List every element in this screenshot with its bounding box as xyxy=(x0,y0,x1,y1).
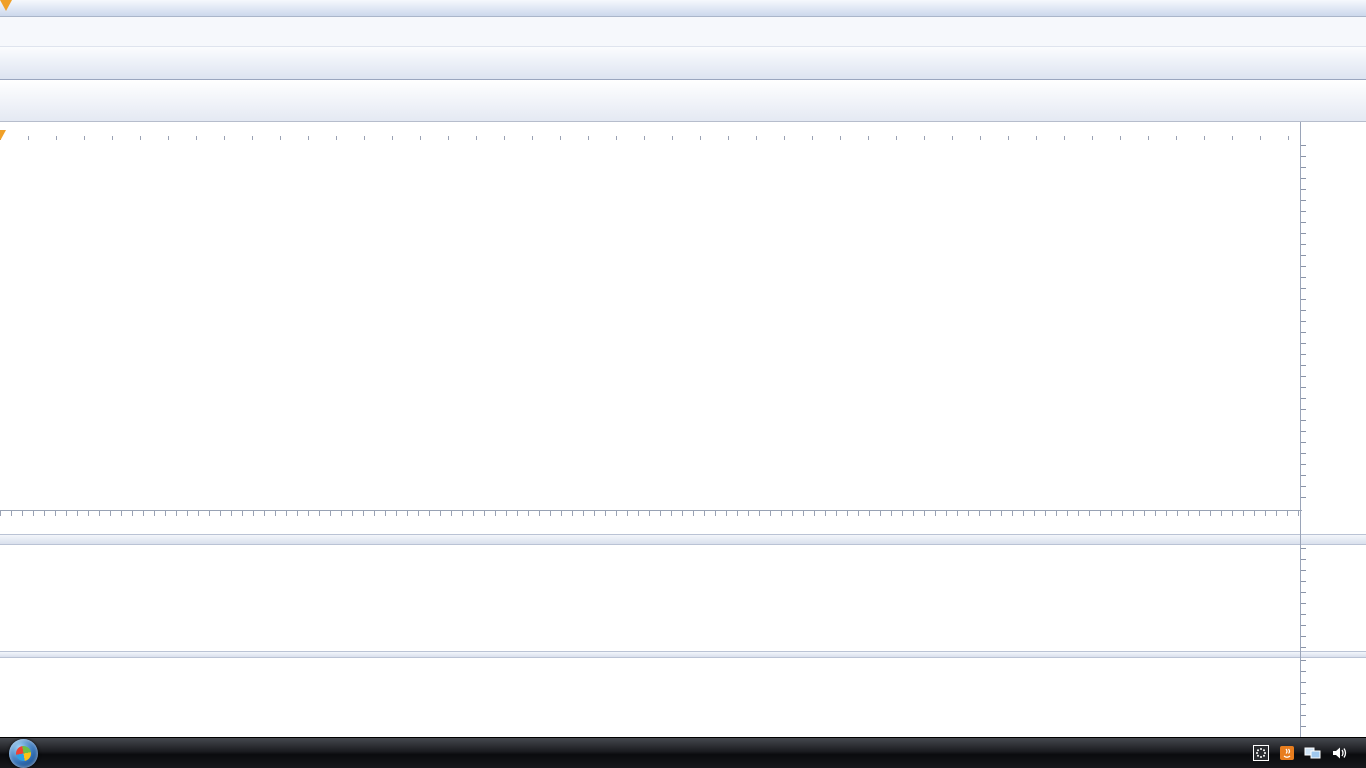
tray-app-icon[interactable] xyxy=(1252,744,1270,762)
date-marker-icon xyxy=(0,0,12,11)
panel-splitter[interactable] xyxy=(0,534,1366,545)
price-axis-ticks xyxy=(1301,145,1306,507)
rsi-axis-ticks xyxy=(1301,548,1306,648)
rsi-chart[interactable] xyxy=(0,545,1300,651)
system-tray xyxy=(1236,744,1366,762)
network-tray-icon[interactable] xyxy=(1304,744,1322,762)
volume-tray-icon[interactable] xyxy=(1330,744,1348,762)
taskbar xyxy=(0,737,1366,768)
time-axis-ticks xyxy=(0,511,1302,516)
tab-bar xyxy=(0,47,1366,80)
bollinger-indicator-label xyxy=(6,148,19,190)
toolbar xyxy=(0,80,1366,122)
start-button[interactable] xyxy=(9,739,38,768)
title-bar xyxy=(0,0,1366,17)
stochastic-chart[interactable] xyxy=(0,658,1300,737)
menu-bar xyxy=(0,17,1366,47)
windows-logo-icon xyxy=(15,744,32,761)
time-axis[interactable] xyxy=(0,510,1302,534)
panel-splitter-2[interactable] xyxy=(0,651,1366,658)
desktop xyxy=(0,0,1366,768)
date-strip xyxy=(0,122,1302,140)
price-chart[interactable] xyxy=(0,140,1300,510)
stoch-axis-ticks xyxy=(1301,660,1306,735)
java-tray-icon[interactable] xyxy=(1278,744,1296,762)
stochastic-indicator-label xyxy=(6,660,19,702)
